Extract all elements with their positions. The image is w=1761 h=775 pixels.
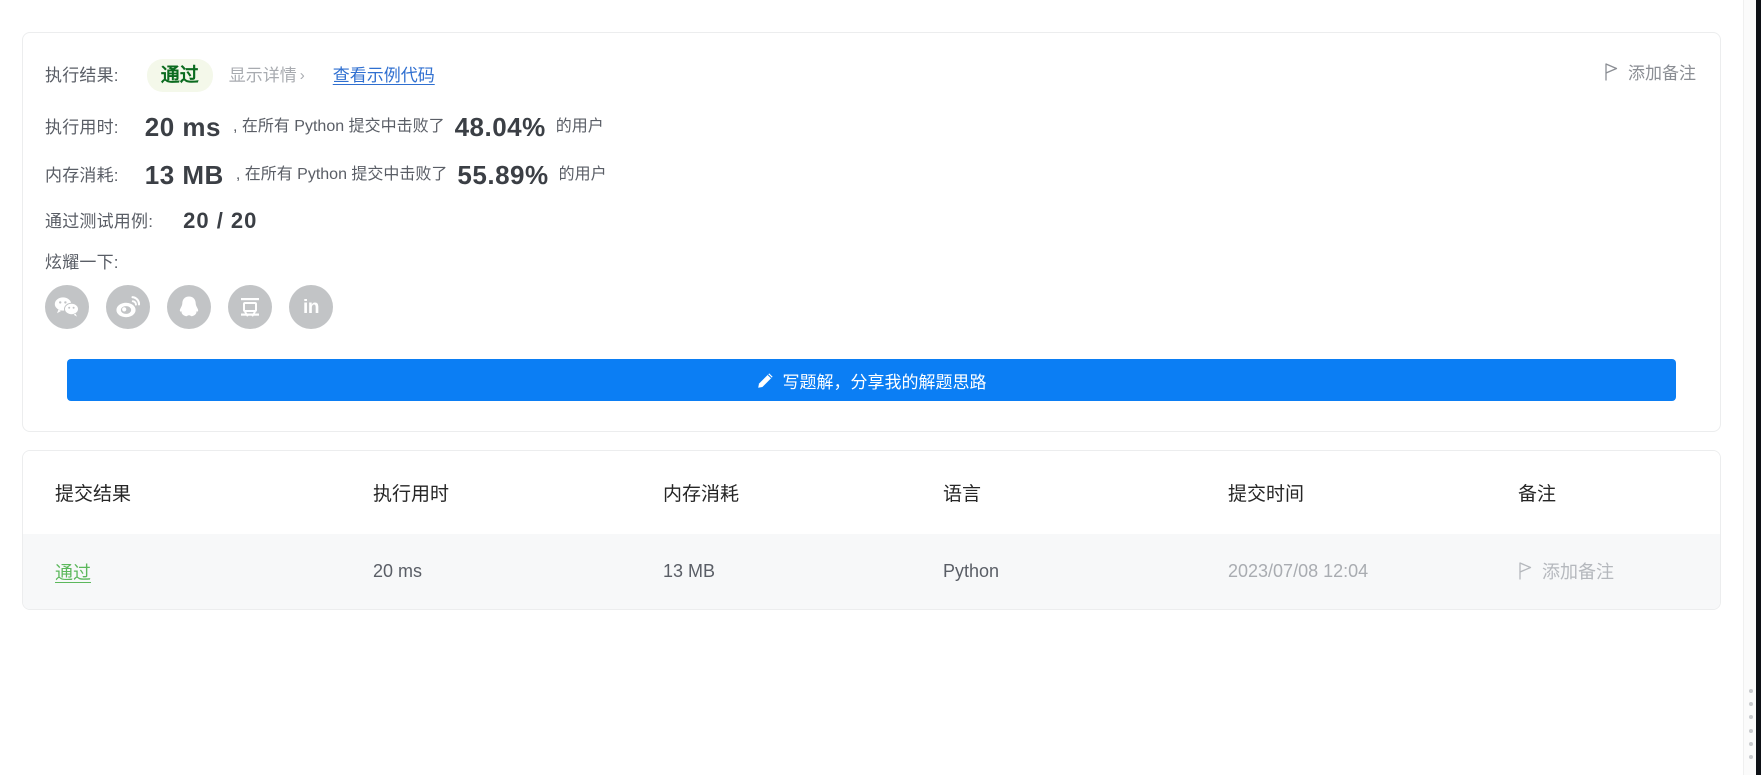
column-header-runtime: 执行用时 (373, 451, 663, 534)
cell-submit-time: 2023/07/08 12:04 (1228, 534, 1518, 609)
result-status-row: 执行结果: 通过 显示详情 › 查看示例代码 (45, 59, 1698, 92)
weibo-icon[interactable] (106, 285, 150, 329)
memory-row: 内存消耗: 13 MB , 在所有 Python 提交中击败了 55.89% 的… (45, 162, 1698, 188)
submission-status-link[interactable]: 通过 (55, 563, 91, 583)
runtime-tail-prefix: , 在所有 Python 提交中击败了 (232, 118, 445, 135)
flag-icon (1605, 62, 1618, 81)
scrollbar-dot (1748, 715, 1753, 720)
scrollbar-dot (1748, 689, 1753, 693)
column-header-status: 提交结果 (23, 451, 373, 534)
vertical-scrollbar-track[interactable] (1743, 0, 1756, 775)
linkedin-label: in (303, 296, 319, 318)
wechat-glyph (54, 297, 79, 317)
wechat-icon[interactable] (45, 285, 89, 329)
scrollbar-dot (1748, 728, 1753, 733)
linkedin-icon[interactable]: in (289, 285, 333, 329)
show-details-label: 显示详情 (228, 66, 297, 85)
runtime-percentile: 48.04% (454, 112, 546, 142)
status-badge: 通过 (146, 59, 213, 92)
runtime-label: 执行用时: (45, 117, 119, 137)
cell-note: 添加备注 (1518, 534, 1720, 609)
scrollbar-dot (1748, 741, 1753, 746)
table-header-row: 提交结果 执行用时 内存消耗 语言 提交时间 备注 (23, 451, 1720, 534)
column-header-submit-time: 提交时间 (1228, 451, 1518, 534)
pencil-icon (757, 372, 773, 388)
submissions-table: 提交结果 执行用时 内存消耗 语言 提交时间 备注 通过 20 ms 13 MB… (23, 451, 1720, 609)
runtime-tail-suffix: 的用户 (555, 118, 604, 135)
qq-glyph (179, 296, 199, 317)
submissions-table-body: 通过 20 ms 13 MB Python 2023/07/08 12:04 添… (23, 534, 1720, 609)
weibo-glyph (116, 296, 141, 318)
chevron-right-icon: › (299, 67, 305, 84)
add-note-button-row[interactable]: 添加备注 (1518, 558, 1614, 584)
scrollbar-dot (1748, 754, 1753, 759)
write-solution-label: 写题解，分享我的解题思路 (782, 372, 987, 392)
douban-icon[interactable] (228, 285, 272, 329)
add-note-label-top: 添加备注 (1628, 64, 1696, 83)
memory-tail-prefix: , 在所有 Python 提交中击败了 (235, 166, 448, 183)
table-row: 通过 20 ms 13 MB Python 2023/07/08 12:04 添… (23, 534, 1720, 609)
column-header-language: 语言 (943, 451, 1228, 534)
social-share-row: in (45, 285, 1698, 329)
add-note-button-top[interactable]: 添加备注 (1604, 59, 1696, 84)
memory-value: 13 MB (144, 160, 224, 190)
test-cases-value: 20 / 20 (183, 208, 258, 233)
cell-status: 通过 (23, 534, 373, 609)
cell-memory: 13 MB (663, 534, 943, 609)
column-header-note: 备注 (1518, 451, 1720, 534)
brag-row: 炫耀一下: (45, 254, 1698, 271)
runtime-value: 20 ms (144, 112, 221, 142)
vertical-scrollbar-thumb[interactable] (1747, 681, 1754, 767)
test-cases-label: 通过测试用例: (45, 211, 154, 231)
memory-label: 内存消耗: (45, 165, 119, 185)
window-right-edge (1756, 0, 1761, 775)
cell-runtime: 20 ms (373, 534, 663, 609)
test-cases-row: 通过测试用例: 20 / 20 (45, 210, 1698, 232)
page-right-margin (1725, 0, 1743, 775)
column-header-memory: 内存消耗 (663, 451, 943, 534)
qq-icon[interactable] (167, 285, 211, 329)
submissions-table-card: 提交结果 执行用时 内存消耗 语言 提交时间 备注 通过 20 ms 13 MB… (22, 450, 1721, 610)
write-solution-button[interactable]: 写题解，分享我的解题思路 (67, 359, 1676, 401)
result-label: 执行结果: (45, 66, 119, 85)
memory-tail-suffix: 的用户 (558, 166, 607, 183)
brag-label: 炫耀一下: (45, 253, 119, 272)
cell-language: Python (943, 534, 1228, 609)
scrollbar-dot (1748, 702, 1753, 707)
submission-result-page: 添加备注 执行结果: 通过 显示详情 › 查看示例代码 执行用时: 20 ms … (0, 0, 1743, 775)
submissions-table-head: 提交结果 执行用时 内存消耗 语言 提交时间 备注 (23, 451, 1720, 534)
memory-percentile: 55.89% (457, 160, 549, 190)
douban-glyph (241, 298, 259, 317)
view-sample-code-link[interactable]: 查看示例代码 (333, 67, 435, 84)
add-note-label-row: 添加备注 (1542, 562, 1614, 582)
flag-icon (1519, 562, 1532, 580)
execution-result-card: 添加备注 执行结果: 通过 显示详情 › 查看示例代码 执行用时: 20 ms … (22, 32, 1721, 432)
runtime-row: 执行用时: 20 ms , 在所有 Python 提交中击败了 48.04% 的… (45, 114, 1698, 140)
show-details-toggle[interactable]: 显示详情 › (229, 67, 305, 84)
